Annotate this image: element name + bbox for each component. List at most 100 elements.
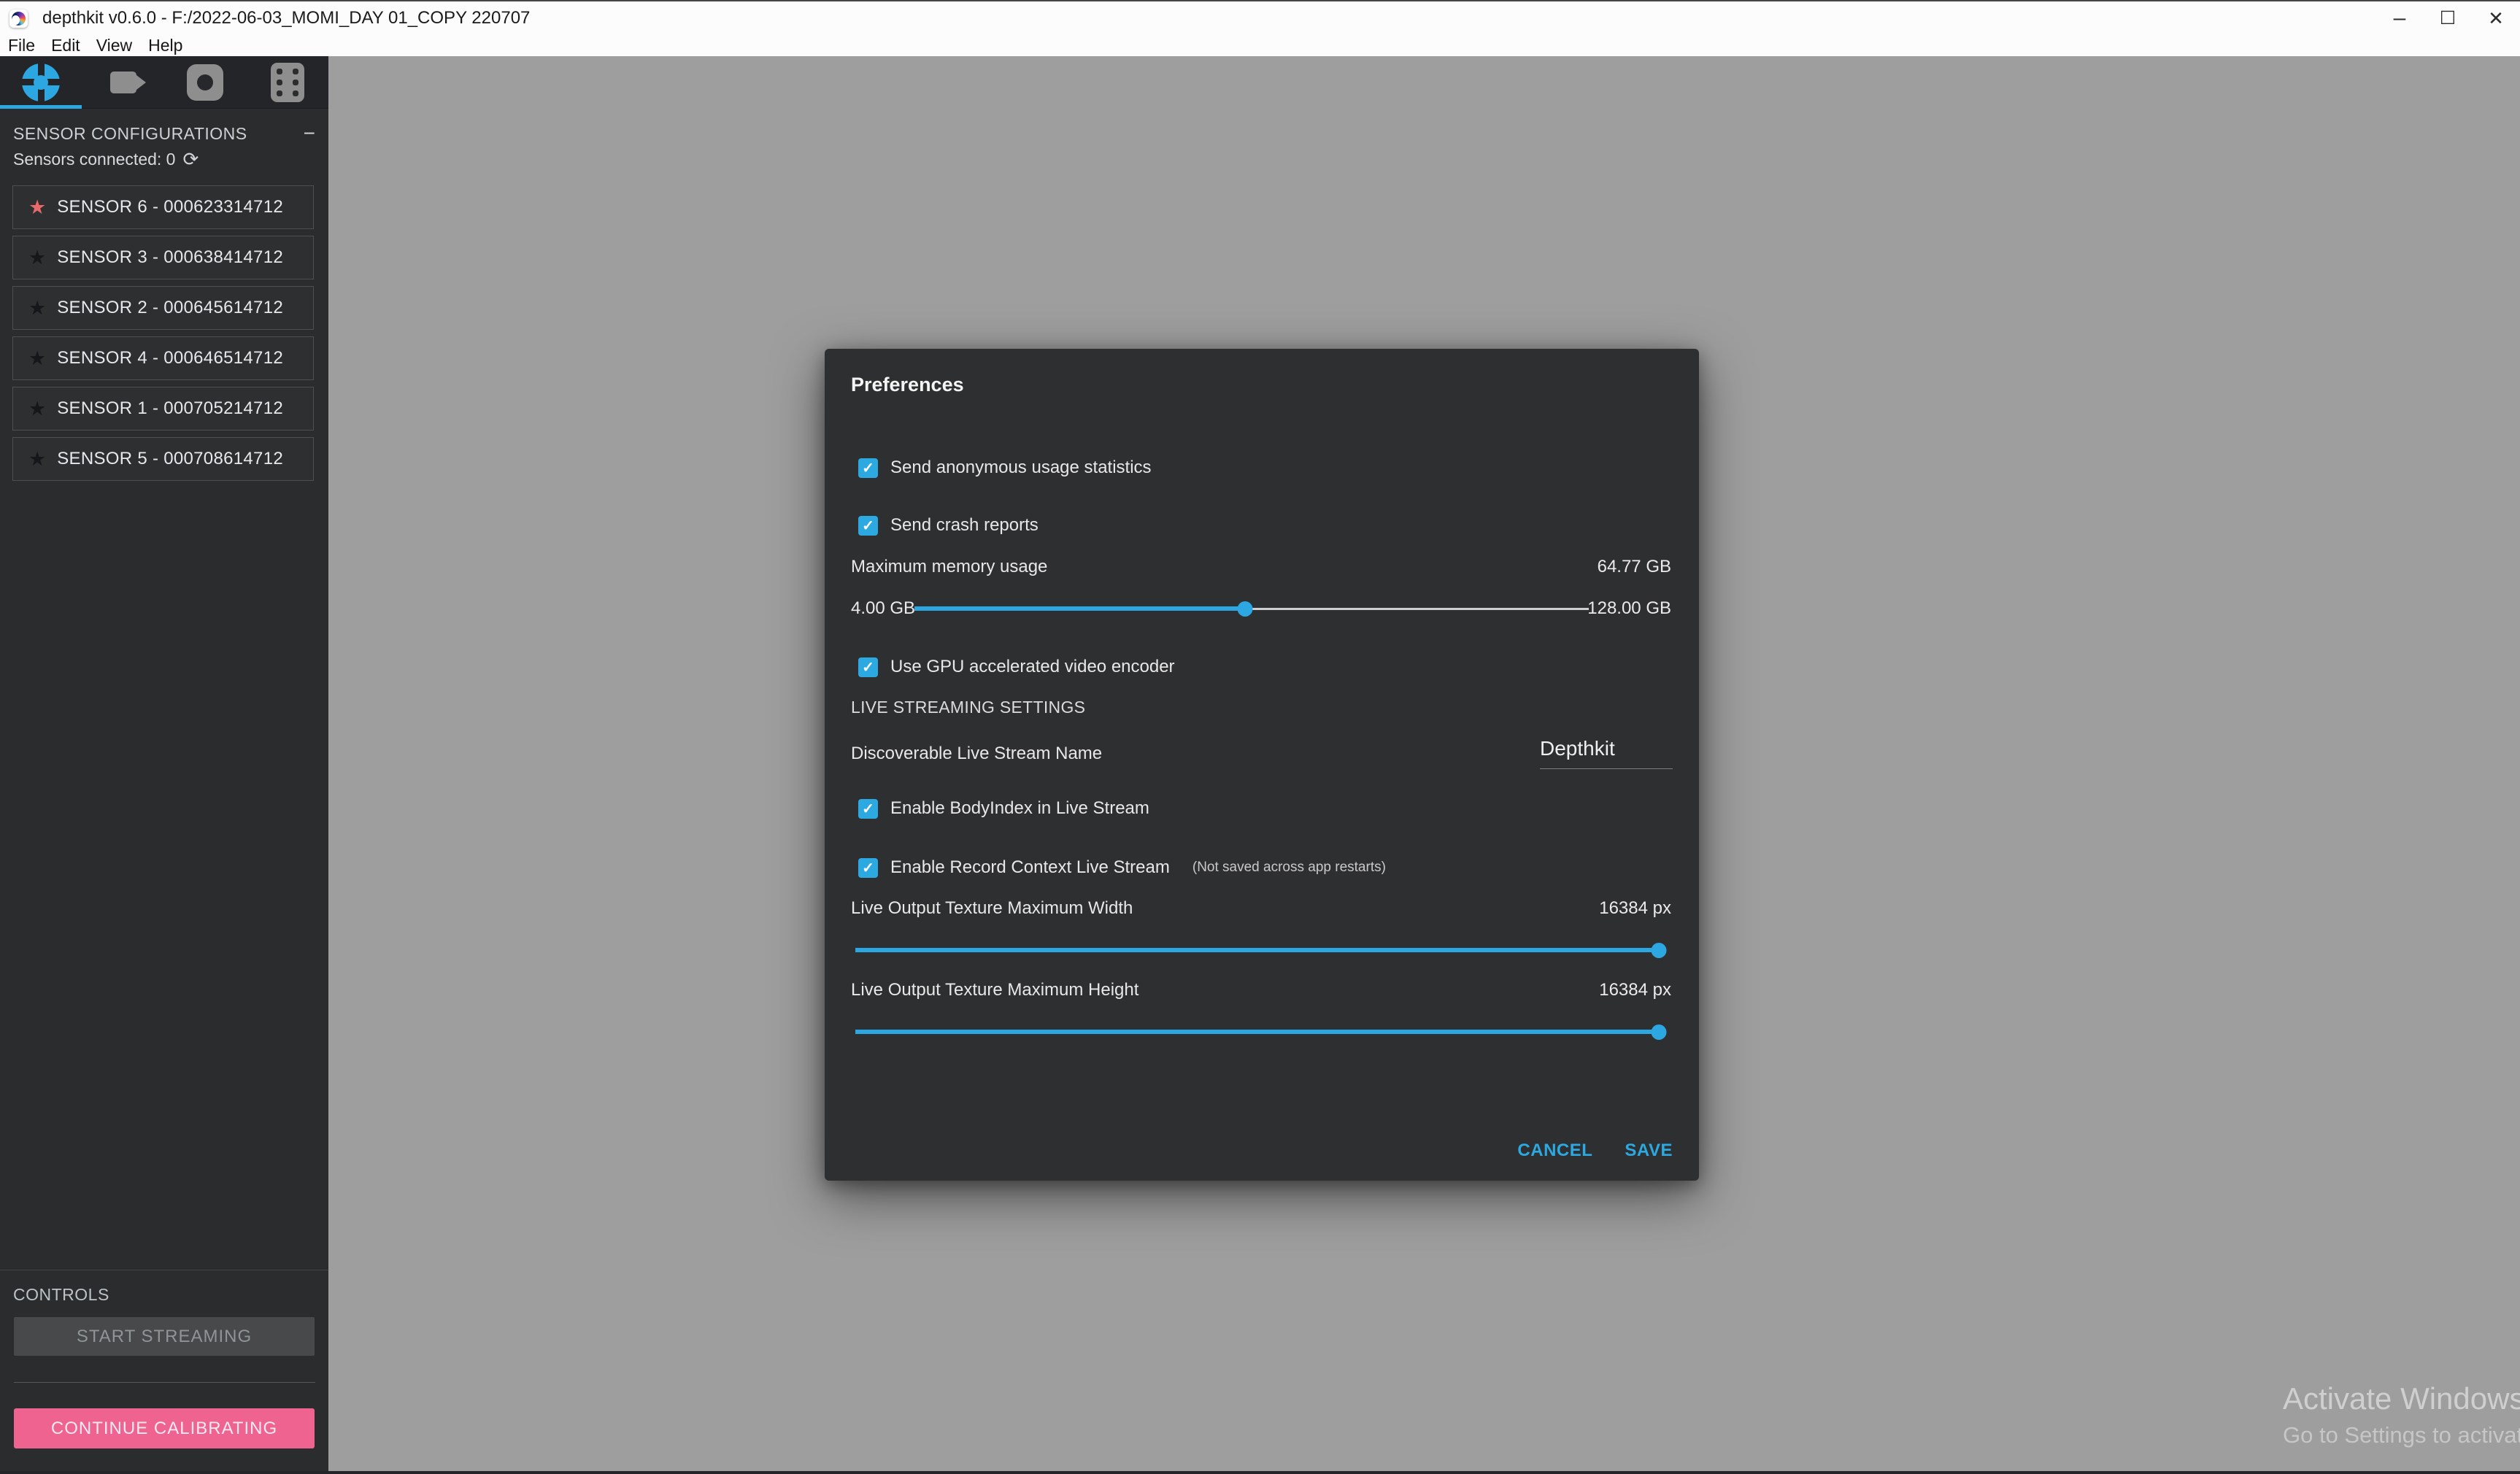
collapse-section-icon[interactable]: − — [304, 126, 315, 141]
record-context-row: ✓ Enable Record Context Live Stream (Not… — [858, 857, 1386, 878]
stream-name-row: Discoverable Live Stream Name — [851, 744, 1509, 764]
star-icon[interactable]: ★ — [28, 298, 46, 318]
live-streaming-header: LIVE STREAMING SETTINGS — [851, 697, 1085, 717]
sensor-list: ★ SENSOR 6 - 000623314712 ★ SENSOR 3 - 0… — [12, 185, 316, 481]
continue-calibrating-button[interactable]: CONTINUE CALIBRATING — [14, 1408, 315, 1448]
stream-name-input[interactable]: Depthkit — [1540, 736, 1673, 769]
refresh-icon[interactable]: ⟳ — [182, 148, 199, 171]
height-label: Live Output Texture Maximum Height — [851, 980, 1138, 1000]
memory-slider[interactable] — [914, 601, 1589, 616]
height-label-row: Live Output Texture Maximum Height 16384… — [851, 980, 1671, 1000]
window-controls: – ☐ ✕ — [2375, 1, 2520, 35]
height-slider-handle[interactable] — [1652, 1025, 1667, 1040]
sensor-item[interactable]: ★ SENSOR 6 - 000623314712 — [12, 185, 314, 229]
record-context-checkbox[interactable]: ✓ — [858, 858, 878, 878]
window-bottom-edge — [0, 1471, 2520, 1474]
send-stats-checkbox[interactable]: ✓ — [858, 458, 878, 478]
window-title: depthkit v0.6.0 - F:/2022-06-03_MOMI_DAY… — [42, 8, 530, 28]
sensors-connected-row: Sensors connected: 0 ⟳ — [13, 147, 315, 171]
menu-bar: File Edit View Help — [0, 35, 2520, 56]
height-slider-fill — [855, 1030, 1659, 1034]
watermark-line2: Go to Settings to activate Windows. — [2283, 1422, 2520, 1448]
watermark-line1: Activate Windows — [2283, 1381, 2520, 1416]
memory-min-label: 4.00 GB — [851, 601, 915, 616]
star-icon[interactable]: ★ — [28, 399, 46, 419]
send-crash-label: Send crash reports — [890, 515, 1039, 536]
width-value: 16384 px — [1599, 898, 1671, 919]
bodyindex-row: ✓ Enable BodyIndex in Live Stream — [858, 798, 1149, 819]
bodyindex-label: Enable BodyIndex in Live Stream — [890, 798, 1149, 819]
controls-title: CONTROLS — [13, 1285, 315, 1305]
sensor-crosshair-icon — [22, 63, 60, 101]
sidebar: SENSOR CONFIGURATIONS − Sensors connecte… — [0, 56, 328, 1474]
star-icon[interactable]: ★ — [28, 449, 46, 469]
tab-sensors[interactable] — [0, 56, 82, 108]
tab-camera[interactable] — [82, 56, 165, 108]
menu-file[interactable]: File — [0, 35, 43, 56]
width-label-row: Live Output Texture Maximum Width 16384 … — [851, 898, 1671, 919]
star-icon[interactable]: ★ — [28, 248, 46, 268]
record-icon — [187, 64, 223, 101]
close-button[interactable]: ✕ — [2472, 1, 2520, 35]
sensor-label: SENSOR 5 - 000708614712 — [57, 449, 283, 469]
sensor-label: SENSOR 1 - 000705214712 — [57, 398, 283, 419]
sensor-label: SENSOR 2 - 000645614712 — [57, 298, 283, 318]
dialog-buttons: CANCEL SAVE — [1517, 1139, 1673, 1162]
menu-edit[interactable]: Edit — [43, 35, 88, 56]
record-context-label: Enable Record Context Live Stream — [890, 857, 1170, 878]
memory-value: 64.77 GB — [1598, 557, 1671, 577]
sensor-item[interactable]: ★ SENSOR 4 - 000646514712 — [12, 336, 314, 380]
gpu-checkbox[interactable]: ✓ — [858, 657, 878, 677]
preferences-dialog: Preferences ✓ Send anonymous usage stati… — [825, 349, 1699, 1181]
bodyindex-checkbox[interactable]: ✓ — [858, 799, 878, 819]
menu-help[interactable]: Help — [140, 35, 190, 56]
send-crash-row: ✓ Send crash reports — [858, 515, 1039, 536]
title-bar: depthkit v0.6.0 - F:/2022-06-03_MOMI_DAY… — [0, 0, 2520, 35]
memory-slider-handle[interactable] — [1237, 601, 1252, 617]
sensor-item[interactable]: ★ SENSOR 5 - 000708614712 — [12, 437, 314, 481]
app-logo-hole — [12, 15, 20, 25]
controls-section: CONTROLS START STREAMING CONTINUE CALIBR… — [0, 1270, 328, 1448]
sensor-configurations-title: SENSOR CONFIGURATIONS — [13, 124, 247, 144]
maximize-button[interactable]: ☐ — [2424, 1, 2472, 35]
memory-max-label: 128.00 GB — [1587, 601, 1671, 616]
record-context-note: (Not saved across app restarts) — [1192, 860, 1386, 876]
star-icon[interactable]: ★ — [28, 198, 46, 217]
cancel-button[interactable]: CANCEL — [1517, 1141, 1592, 1161]
memory-label-row: Maximum memory usage 64.77 GB — [851, 557, 1671, 577]
height-value: 16384 px — [1599, 980, 1671, 1000]
activate-windows-watermark: Activate Windows Go to Settings to activ… — [2283, 1381, 2520, 1448]
sensor-label: SENSOR 4 - 000646514712 — [57, 348, 283, 368]
width-slider[interactable] — [855, 943, 1659, 957]
stream-name-label: Discoverable Live Stream Name — [851, 744, 1102, 764]
memory-label: Maximum memory usage — [851, 557, 1047, 577]
height-slider[interactable] — [855, 1025, 1659, 1039]
send-crash-checkbox[interactable]: ✓ — [858, 516, 878, 536]
sensor-item[interactable]: ★ SENSOR 1 - 000705214712 — [12, 387, 314, 431]
sensor-item[interactable]: ★ SENSOR 3 - 000638414712 — [12, 236, 314, 279]
menu-view[interactable]: View — [88, 35, 140, 56]
film-clip-icon — [271, 63, 304, 102]
video-camera-icon — [110, 72, 136, 93]
gpu-label: Use GPU accelerated video encoder — [890, 657, 1175, 677]
star-icon[interactable]: ★ — [28, 349, 46, 368]
sensor-label: SENSOR 3 - 000638414712 — [57, 247, 283, 268]
memory-slider-fill — [914, 606, 1245, 611]
sensor-configurations-header: SENSOR CONFIGURATIONS − — [13, 120, 315, 147]
start-streaming-button[interactable]: START STREAMING — [14, 1317, 315, 1356]
send-stats-row: ✓ Send anonymous usage statistics — [858, 458, 1152, 478]
controls-divider — [14, 1382, 315, 1383]
width-slider-handle[interactable] — [1652, 943, 1667, 958]
minimize-button[interactable]: – — [2375, 1, 2424, 35]
sidebar-tabstrip — [0, 56, 328, 109]
save-button[interactable]: SAVE — [1625, 1141, 1673, 1161]
width-slider-fill — [855, 948, 1659, 952]
send-stats-label: Send anonymous usage statistics — [890, 458, 1152, 478]
tab-record[interactable] — [164, 56, 247, 108]
tab-clips[interactable] — [247, 56, 329, 108]
gpu-row: ✓ Use GPU accelerated video encoder — [858, 657, 1175, 677]
sensor-item[interactable]: ★ SENSOR 2 - 000645614712 — [12, 286, 314, 330]
sensor-label: SENSOR 6 - 000623314712 — [57, 197, 283, 217]
app-logo-icon — [9, 9, 28, 28]
width-label: Live Output Texture Maximum Width — [851, 898, 1133, 919]
